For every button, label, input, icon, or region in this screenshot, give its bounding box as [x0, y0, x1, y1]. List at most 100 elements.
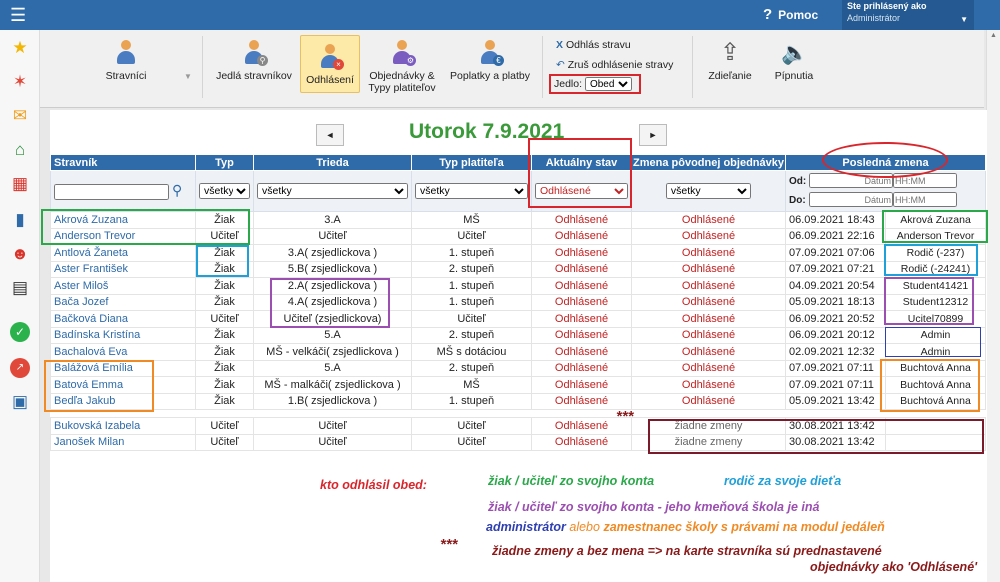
- do-time-input[interactable]: [893, 192, 957, 207]
- cell-kto: Admin: [885, 343, 986, 361]
- odhlas-stravu-button[interactable]: X Odhlás stravu: [556, 39, 631, 51]
- cell-typ: Žiak: [195, 359, 254, 377]
- col-posledna-zmena[interactable]: Posledná zmena: [785, 154, 986, 171]
- od-date-input[interactable]: [809, 173, 893, 188]
- cell-datum: 07.09.2021 07:11: [785, 376, 886, 394]
- chevron-down-icon[interactable]: ▼: [184, 72, 192, 81]
- jedlo-select[interactable]: Obed: [584, 77, 632, 91]
- cell-kto: Student12312: [885, 293, 986, 311]
- table-row[interactable]: Janošek Milan Učiteľ Učiteľ Učiteľ Odhlásené…: [50, 433, 986, 451]
- next-day-button[interactable]: ►: [639, 124, 667, 146]
- jedla-stravnikov-button[interactable]: ⚲ Jedlá stravníkov: [212, 40, 296, 82]
- objednavky-button[interactable]: ⚙ Objednávky & Typy platiteľov: [364, 40, 440, 94]
- table-row[interactable]: Badínska Kristína Žiak 5.A 2. stupeň Odhláse…: [50, 326, 986, 344]
- person-icon[interactable]: ☻: [10, 244, 30, 264]
- trieda-filter[interactable]: všetky: [257, 183, 408, 199]
- platitel-filter[interactable]: všetky: [415, 183, 528, 199]
- table-row[interactable]: Akrová Zuzana Žiak 3.A MŠ Odhlásené Odhlásené…: [50, 211, 986, 229]
- table-row[interactable]: Anderson Trevor Učiteľ Učiteľ Učiteľ Odhláse…: [50, 227, 986, 245]
- table-row[interactable]: Aster Miloš Žiak 2.A( zsjedlickova ) 1. stu…: [50, 277, 986, 295]
- zmena-filter[interactable]: všetky: [665, 183, 752, 199]
- mail-icon[interactable]: ✉: [10, 106, 30, 126]
- cell-stravnik[interactable]: Janošek Milan: [50, 433, 196, 451]
- cell-stravnik[interactable]: Balážová Emília: [50, 359, 196, 377]
- search-icon[interactable]: ⚲: [172, 182, 182, 198]
- typ-filter[interactable]: všetky: [199, 183, 250, 199]
- check-icon[interactable]: ✓: [10, 322, 30, 342]
- cell-trieda: 5.A: [253, 359, 412, 377]
- cell-zmena: Odhlásené: [631, 293, 786, 311]
- cell-trieda: 2.A( zsjedlickova ): [253, 277, 412, 295]
- cell-stravnik[interactable]: Aster Miloš: [50, 277, 196, 295]
- toolbar: Stravníci ▼ ⚲ Jedlá stravníkov × Odhláse…: [40, 30, 1000, 582]
- cell-stravnik[interactable]: Aster František: [50, 260, 196, 278]
- table-row[interactable]: Balážová Emília Žiak 5.A 2. stupeň Odhlásené…: [50, 359, 986, 377]
- cell-zmena: Odhlásené: [631, 244, 786, 262]
- cell-stravnik[interactable]: Badínska Kristína: [50, 326, 196, 344]
- cell-trieda: 1.B( zsjedlickova ): [253, 392, 412, 410]
- cell-zmena: Odhlásené: [631, 343, 786, 361]
- cell-zmena: žiadne zmeny: [631, 417, 786, 435]
- cell-stravnik[interactable]: Bukovská Izabela: [50, 417, 196, 435]
- cell-stravnik[interactable]: Batová Emma: [50, 376, 196, 394]
- table-row[interactable]: Bedľa Jakub Žiak 1.B( zsjedlickova ) 1. stu…: [50, 392, 986, 410]
- cell-datum: 05.09.2021 18:13: [785, 293, 886, 311]
- briefcase-icon[interactable]: ▣: [10, 392, 30, 412]
- help-link[interactable]: ? Pomoc: [763, 6, 818, 23]
- pipnutia-button[interactable]: 🔈 Pípnutia: [766, 40, 822, 82]
- cell-stravnik[interactable]: Bača Jozef: [50, 293, 196, 311]
- od-time-input[interactable]: [893, 173, 957, 188]
- page-title: Utorok 7.9.2021: [409, 120, 565, 143]
- col-aktualny-stav[interactable]: Aktuálny stav: [531, 154, 632, 171]
- home-icon[interactable]: ⌂: [10, 140, 30, 160]
- cell-kto: Rodič (-237): [885, 244, 986, 262]
- prev-day-button[interactable]: ◄: [316, 124, 344, 146]
- table-row[interactable]: Antlová Žaneta Žiak 3.A( zsjedlickova ) 1. …: [50, 244, 986, 262]
- cell-platitel: 2. stupeň: [411, 326, 532, 344]
- cell-stravnik[interactable]: Bachalová Eva: [50, 343, 196, 361]
- search-input[interactable]: [54, 184, 169, 201]
- calendar-grid-icon[interactable]: ▦: [10, 174, 30, 194]
- cell-stravnik[interactable]: Bedľa Jakub: [50, 392, 196, 410]
- cell-stav: Odhlásené: [531, 227, 632, 245]
- stravnici-button[interactable]: Stravníci: [98, 40, 154, 82]
- cell-stav: Odhlásené: [531, 433, 632, 451]
- do-date-input[interactable]: [809, 192, 893, 207]
- cell-stravnik[interactable]: Anderson Trevor: [50, 227, 196, 245]
- table-row[interactable]: Bača Jozef Žiak 4.A( zsjedlickova ) 1. stup…: [50, 293, 986, 311]
- table-row[interactable]: Bachalová Eva Žiak MŠ - velkáči( zsjedlick…: [50, 343, 986, 361]
- cell-zmena: Odhlásené: [631, 310, 786, 328]
- cell-typ: Žiak: [195, 277, 254, 295]
- hamburger-icon[interactable]: ☰: [10, 6, 30, 24]
- cell-typ: Učiteľ: [195, 417, 254, 435]
- cell-typ: Učiteľ: [195, 310, 254, 328]
- table-row[interactable]: Batová Emma Žiak MŠ - malkáči( zsjedlickov…: [50, 376, 986, 394]
- table-row[interactable]: Bukovská Izabela Učiteľ Učiteľ Učiteľ Odhlás…: [50, 417, 986, 435]
- diners-table: Stravník Typ Trieda Typ platiteľa Aktuál…: [50, 154, 986, 451]
- col-typ-platitela[interactable]: Typ platiteľa: [411, 154, 532, 171]
- chart-icon[interactable]: ↗: [10, 358, 30, 378]
- undo-icon: ↶: [556, 59, 565, 71]
- stav-filter[interactable]: Odhlásené: [535, 183, 628, 199]
- scrollbar[interactable]: ▲: [986, 30, 1000, 582]
- cell-stravnik[interactable]: Akrová Zuzana: [50, 211, 196, 229]
- cell-stravnik[interactable]: Antlová Žaneta: [50, 244, 196, 262]
- star-icon[interactable]: ★: [10, 38, 30, 58]
- col-stravnik[interactable]: Stravník: [50, 154, 196, 171]
- cell-typ: Žiak: [195, 392, 254, 410]
- table-row[interactable]: Aster František Žiak 5.B( zsjedlickova ) 2.…: [50, 260, 986, 278]
- book-icon[interactable]: ▮: [10, 210, 30, 230]
- user-menu[interactable]: Ste prihlásený ako Administrátor ▼: [842, 0, 974, 30]
- col-zmena[interactable]: Zmena pôvodnej objednávky: [631, 154, 786, 171]
- table-row[interactable]: Bačková Diana Učiteľ Učiteľ (zsjedlickova)…: [50, 310, 986, 328]
- wand-icon[interactable]: ✶: [10, 72, 30, 92]
- odhlaseni-button[interactable]: × Odhlásení: [300, 35, 360, 93]
- col-trieda[interactable]: Trieda: [253, 154, 412, 171]
- zdielanie-button[interactable]: ⇪ Zdieľanie: [704, 40, 756, 83]
- zrus-odhlasenie-button[interactable]: ↶ Zruš odhlásenie stravy: [556, 59, 673, 71]
- calendar-icon[interactable]: ▤: [10, 278, 30, 298]
- cell-stav: Odhlásené: [531, 376, 632, 394]
- cell-stravnik[interactable]: Bačková Diana: [50, 310, 196, 328]
- col-typ[interactable]: Typ: [195, 154, 254, 171]
- poplatky-button[interactable]: € Poplatky a platby: [444, 40, 536, 82]
